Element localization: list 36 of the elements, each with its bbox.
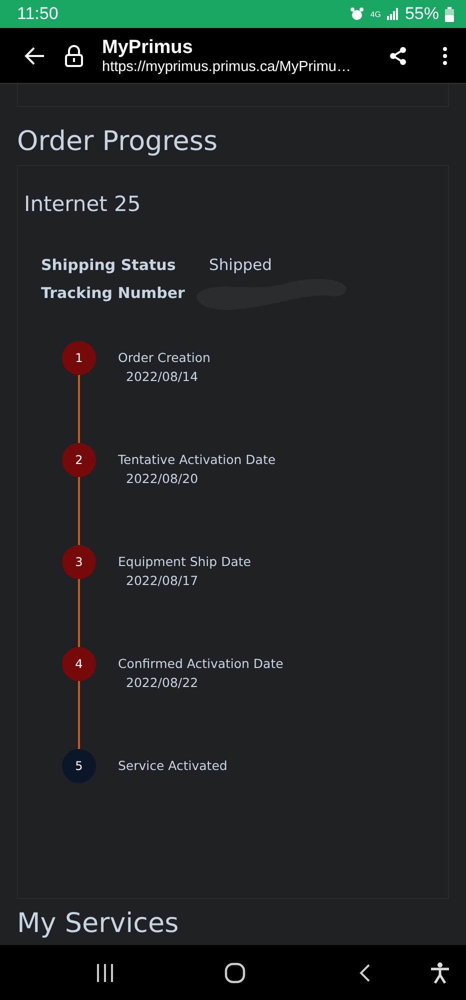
step-date: 2022/08/22 <box>125 674 200 692</box>
step-label: Equipment Ship Date <box>118 553 251 571</box>
step-date: 2022/08/20 <box>125 470 200 488</box>
home-button[interactable] <box>224 962 246 984</box>
step-label: Tentative Activation Date <box>118 451 276 469</box>
recent-apps-button[interactable] <box>95 964 115 982</box>
detail-label: Tracking Number <box>41 284 186 302</box>
step-label: Service Activated <box>118 757 228 775</box>
step-number: 2 <box>62 443 96 477</box>
step-date: 2022/08/17 <box>125 572 200 590</box>
section-heading: Order Progress <box>17 125 219 159</box>
step-label: Order Creation <box>118 349 210 367</box>
section-heading: My Services <box>17 907 180 941</box>
step-label: Confirmed Activation Date <box>118 655 284 673</box>
alarm-icon <box>350 7 364 21</box>
page-title: MyPrimus <box>102 36 194 58</box>
step-number: 5 <box>62 749 96 783</box>
order-title: Internet 25 <box>24 191 142 218</box>
lock-icon <box>65 44 83 66</box>
back-button[interactable] <box>24 44 46 66</box>
step-number: 1 <box>62 341 96 375</box>
battery-percent: 55% <box>404 4 439 24</box>
battery-icon <box>445 6 454 22</box>
menu-button[interactable] <box>442 46 448 66</box>
detail-label: Shipping Status <box>41 256 177 274</box>
share-button[interactable] <box>388 46 408 66</box>
step-number: 3 <box>62 545 96 579</box>
step-number: 4 <box>62 647 96 681</box>
step-date: 2022/08/14 <box>125 368 200 386</box>
accessibility-button[interactable] <box>430 962 450 984</box>
network-type: 4G <box>370 10 381 18</box>
signal-icon <box>386 8 399 20</box>
back-button[interactable] <box>359 962 371 982</box>
clock: 11:50 <box>17 4 58 24</box>
detail-value: Shipped <box>209 256 272 274</box>
url-text[interactable]: https://myprimus.primus.ca/MyPrimu… <box>102 58 388 74</box>
